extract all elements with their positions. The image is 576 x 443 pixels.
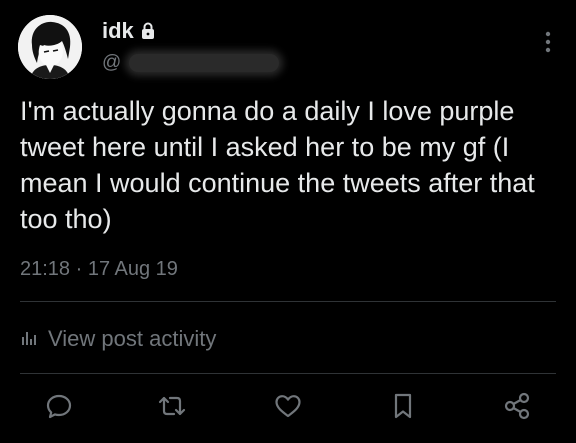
share-button[interactable]: [499, 390, 535, 426]
author-handle[interactable]: @: [102, 52, 280, 74]
more-vertical-icon[interactable]: [544, 30, 552, 54]
reply-button[interactable]: [41, 390, 77, 426]
divider: [20, 373, 556, 374]
timestamp[interactable]: 21:18 · 17 Aug 19: [20, 256, 178, 282]
tweet-detail: idk @ I'm actually gonna do a daily I lo…: [0, 0, 576, 443]
action-bar: [0, 390, 576, 430]
reply-icon: [45, 392, 73, 425]
bookmark-button[interactable]: [385, 390, 421, 426]
author-name-row[interactable]: idk: [102, 18, 156, 44]
heart-icon: [273, 392, 303, 425]
view-post-activity[interactable]: View post activity: [20, 325, 216, 353]
share-icon: [502, 391, 532, 426]
retweet-icon: [157, 392, 187, 425]
view-post-activity-label: View post activity: [48, 326, 217, 351]
avatar[interactable]: [18, 15, 82, 79]
retweet-button[interactable]: [154, 390, 190, 426]
handle-redaction: [129, 54, 280, 72]
handle-prefix: @: [102, 52, 122, 73]
avatar-image: [18, 15, 82, 79]
divider: [20, 301, 556, 302]
bookmark-icon: [391, 392, 415, 425]
lock-icon: [140, 22, 156, 40]
tweet-text: I'm actually gonna do a daily I love pur…: [20, 96, 535, 234]
like-button[interactable]: [270, 390, 306, 426]
bar-chart-icon: [20, 328, 38, 351]
display-name[interactable]: idk: [102, 18, 134, 44]
